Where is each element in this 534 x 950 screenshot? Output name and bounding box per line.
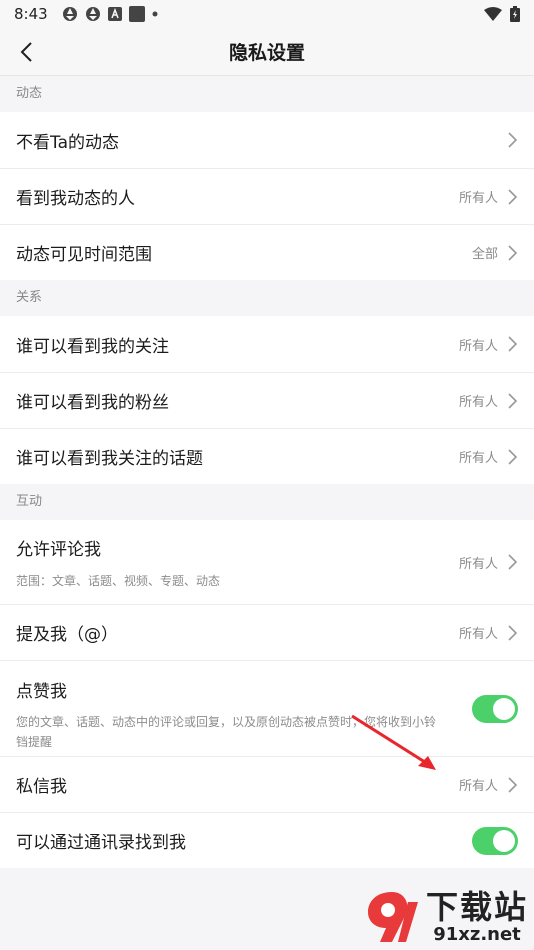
row-subtitle: 范围：文章、话题、视频、专题、动态 (16, 574, 221, 588)
row-value: 所有人 (458, 627, 498, 642)
chevron-right-icon (508, 392, 518, 409)
font-a-icon (107, 7, 122, 21)
row-who-sees-dynamic[interactable]: 看到我动态的人 所有人 (0, 168, 534, 224)
battery-icon (510, 6, 520, 22)
chevron-right-icon (508, 554, 518, 570)
watermark-title: 下载站 (425, 888, 528, 926)
like-toggle-switch[interactable] (472, 695, 518, 723)
section-header-dynamic: 动态 (0, 76, 534, 112)
chevron-right-icon (508, 448, 518, 465)
page-title: 隐私设置 (228, 42, 305, 64)
chevron-right-icon (508, 776, 518, 793)
wifi-icon (484, 7, 502, 21)
back-arrow-icon (20, 42, 32, 62)
chevron-right-icon (508, 336, 518, 352)
toggle-knob (493, 829, 515, 852)
row-label: 私信我 (16, 777, 67, 797)
row-label: 不看Ta的动态 (16, 132, 119, 153)
chevron-right-icon (508, 188, 518, 205)
row-label: 点赞我 (16, 682, 67, 702)
row-label: 可以通过通讯录找到我 (16, 833, 186, 853)
row-value: 所有人 (458, 779, 498, 794)
nav-bar: 隐私设置 (0, 28, 534, 76)
aperture-icon (62, 7, 77, 21)
row-who-sees-topics[interactable]: 谁可以看到我关注的话题 所有人 (0, 428, 534, 484)
toggle-knob (493, 698, 515, 720)
row-like-me: 点赞我 您的文章、话题、动态中的评论或回复，以及原创动态被点赞时，您将收到小铃铛… (0, 660, 534, 756)
aperture-icon (85, 7, 100, 21)
row-mention-me[interactable]: 提及我（@） 所有人 (0, 604, 534, 660)
row-value: 所有人 (458, 395, 498, 410)
row-label: 看到我动态的人 (16, 189, 135, 209)
row-dynamic-time-range[interactable]: 动态可见时间范围 全部 (0, 224, 534, 280)
back-button[interactable] (12, 38, 40, 66)
row-value: 所有人 (458, 556, 498, 572)
row-value: 全部 (471, 247, 498, 262)
group-relation: 谁可以看到我的关注 所有人 谁可以看到我的粉丝 所有人 谁可以看到我关注的话题 … (0, 316, 534, 484)
status-bar: 8:43 (0, 0, 534, 28)
status-time: 8:43 (14, 5, 48, 23)
row-allow-comment[interactable]: 允许评论我 范围：文章、话题、视频、专题、动态 所有人 (0, 520, 534, 604)
chevron-right-icon (508, 624, 518, 641)
watermark-logo-icon (367, 892, 418, 942)
row-private-message[interactable]: 私信我 所有人 (0, 756, 534, 812)
row-label: 谁可以看到我的关注 (16, 336, 169, 357)
chevron-right-icon (508, 244, 518, 261)
square-icon (128, 6, 145, 22)
row-value: 所有人 (458, 191, 498, 206)
row-value: 所有人 (458, 451, 498, 466)
row-find-by-contacts: 可以通过通讯录找到我 (0, 812, 534, 868)
annotation-arrow-icon (351, 714, 436, 770)
watermark-url: 91xz.net (433, 924, 521, 945)
section-header-relation: 关系 (0, 280, 534, 316)
dot-icon (152, 11, 158, 17)
row-who-sees-following[interactable]: 谁可以看到我的关注 所有人 (0, 316, 534, 372)
row-label: 提及我（@） (16, 625, 118, 645)
row-who-sees-fans[interactable]: 谁可以看到我的粉丝 所有人 (0, 372, 534, 428)
row-label: 允许评论我 (16, 540, 101, 560)
contacts-toggle-switch[interactable] (472, 826, 518, 855)
group-interact: 允许评论我 范围：文章、话题、视频、专题、动态 所有人 提及我（@） 所有人 点… (0, 520, 534, 868)
row-value: 所有人 (458, 338, 498, 354)
row-label: 谁可以看到我的粉丝 (16, 393, 169, 413)
watermark: 下载站 91xz.net (362, 888, 528, 946)
group-dynamic: 不看Ta的动态 看到我动态的人 所有人 动态可见时间范围 全部 (0, 112, 534, 280)
section-header-interact: 互动 (0, 484, 534, 520)
row-label: 动态可见时间范围 (16, 245, 152, 265)
row-hide-ta-dynamic[interactable]: 不看Ta的动态 (0, 112, 534, 168)
chevron-right-icon (508, 132, 518, 148)
row-label: 谁可以看到我关注的话题 (16, 449, 203, 469)
